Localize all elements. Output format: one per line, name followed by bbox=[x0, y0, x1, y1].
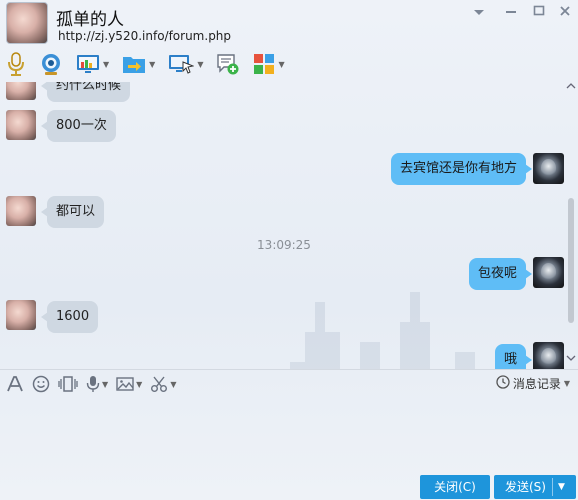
close-button[interactable]: 关闭(C) bbox=[420, 475, 490, 499]
contact-avatar-small[interactable] bbox=[6, 82, 36, 100]
shake-icon[interactable] bbox=[58, 373, 78, 395]
close-icon[interactable] bbox=[556, 5, 574, 21]
contact-signature-url[interactable]: http://zj.y520.info/forum.php bbox=[58, 29, 231, 43]
self-avatar-small[interactable] bbox=[533, 342, 564, 369]
microphone-icon[interactable] bbox=[6, 51, 26, 77]
screen-share-icon[interactable]: ▼ bbox=[76, 51, 109, 77]
emoji-icon[interactable] bbox=[32, 373, 50, 395]
self-avatar-small[interactable] bbox=[533, 257, 564, 288]
send-split-divider bbox=[552, 478, 553, 496]
input-divider bbox=[0, 369, 578, 370]
chat-window: 孤单的人 http://zj.y520.info/forum.php ▼ ▼ ▼… bbox=[0, 0, 578, 500]
message-list[interactable]: 约什么时候 800一次 去宾馆还是你有地方 都可以 13:09:25 包夜呢 1… bbox=[0, 82, 578, 369]
message-bubble-received[interactable]: 都可以 bbox=[40, 196, 105, 228]
message-bubble-sent[interactable]: 包夜呢 bbox=[468, 258, 533, 290]
scrollbar-thumb[interactable] bbox=[568, 198, 574, 323]
file-transfer-icon[interactable]: ▼ bbox=[122, 51, 155, 77]
self-avatar-small[interactable] bbox=[533, 153, 564, 184]
video-call-icon[interactable] bbox=[39, 51, 63, 77]
contact-avatar-small[interactable] bbox=[6, 196, 36, 226]
send-options-chevron-icon[interactable]: ▼ bbox=[558, 475, 565, 499]
message-bubble-sent[interactable]: 哦 bbox=[494, 344, 533, 369]
apps-icon[interactable]: ▼ bbox=[253, 51, 285, 77]
input-toolbar: ▼ ▼ ▼ bbox=[6, 373, 184, 395]
contact-avatar[interactable] bbox=[6, 2, 48, 44]
message-bubble-received[interactable]: 800一次 bbox=[41, 110, 116, 142]
chat-header: 孤单的人 http://zj.y520.info/forum.php ▼ ▼ ▼… bbox=[0, 0, 578, 82]
history-label: 消息记录 bbox=[512, 377, 561, 391]
scroll-down-icon[interactable] bbox=[566, 354, 576, 365]
send-button-label: 发送(S) bbox=[505, 480, 546, 494]
remote-assist-icon[interactable]: ▼ bbox=[168, 51, 203, 77]
chat-toolbar: ▼ ▼ ▼ ▼ bbox=[6, 50, 298, 78]
message-history-button[interactable]: 消息记录 ▼ bbox=[496, 375, 570, 392]
contact-name[interactable]: 孤单的人 bbox=[56, 5, 124, 30]
minimize-icon[interactable] bbox=[502, 5, 520, 21]
font-icon[interactable] bbox=[6, 373, 24, 395]
clock-icon bbox=[496, 375, 510, 392]
contact-avatar-small[interactable] bbox=[6, 110, 36, 140]
screenshot-icon[interactable]: ▼ bbox=[150, 373, 176, 395]
message-bubble-received[interactable]: 约什么时候 bbox=[40, 82, 131, 102]
message-timestamp: 13:09:25 bbox=[257, 238, 311, 252]
message-input[interactable] bbox=[0, 396, 578, 470]
chevron-down-icon: ▼ bbox=[563, 379, 570, 388]
voice-icon[interactable]: ▼ bbox=[86, 373, 108, 395]
chat-scrollbar[interactable] bbox=[566, 82, 576, 369]
message-bubble-received[interactable]: 1600 bbox=[40, 301, 99, 333]
send-button[interactable]: 发送(S) ▼ bbox=[494, 475, 576, 499]
image-icon[interactable]: ▼ bbox=[116, 373, 142, 395]
maximize-icon[interactable] bbox=[530, 5, 548, 21]
chevron-down-icon[interactable] bbox=[470, 5, 488, 21]
scroll-up-icon[interactable] bbox=[566, 82, 576, 93]
sms-icon[interactable] bbox=[216, 51, 240, 77]
message-bubble-sent[interactable]: 去宾馆还是你有地方 bbox=[390, 153, 533, 185]
contact-avatar-small[interactable] bbox=[6, 300, 36, 330]
